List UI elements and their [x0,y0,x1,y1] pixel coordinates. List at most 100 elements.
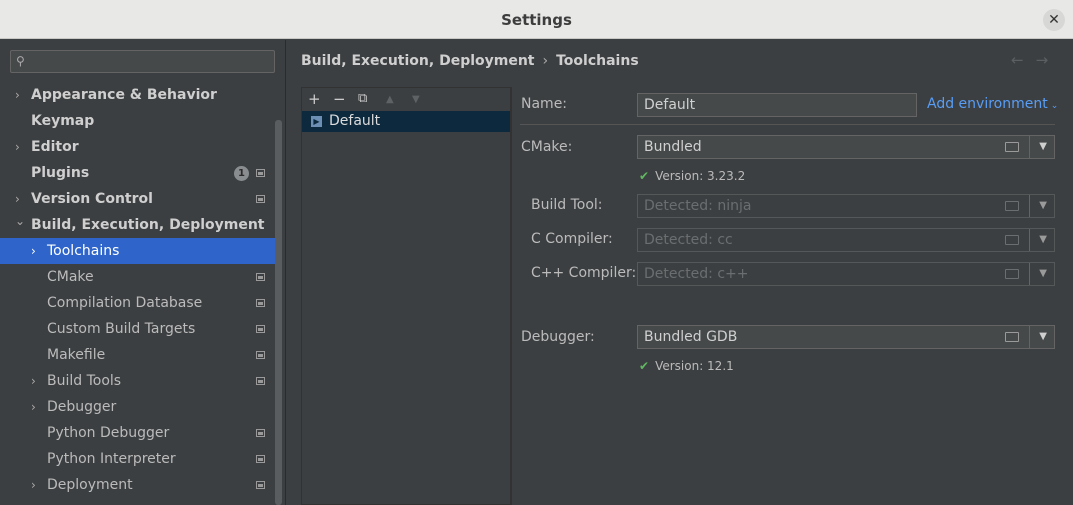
sidebar-item-editor[interactable]: › Editor [0,134,282,160]
sidebar-item-build-tools[interactable]: › Build Tools [0,368,282,394]
toolchain-list-item-default[interactable]: ▶ Default [302,111,510,132]
chevron-right-icon[interactable]: › [31,238,36,264]
forward-arrow-icon[interactable]: → [1036,51,1049,69]
settings-window: Settings ✕ ⚲ › Appearance & Behavior Keyma… [0,0,1073,505]
add-icon[interactable]: + [308,90,321,108]
sidebar-item-label: Compilation Database [47,295,203,311]
debugger-version: ✔ Version: 12.1 [639,359,734,373]
chevron-down-icon[interactable]: ▼ [1039,326,1047,348]
breadcrumb-parent[interactable]: Build, Execution, Deployment [301,53,535,69]
name-field[interactable]: Default [637,93,917,117]
sidebar-item-python-debugger[interactable]: Python Debugger [0,420,282,446]
sidebar-item-label: Appearance & Behavior [31,87,217,103]
dropdown-separator [1029,136,1030,158]
project-settings-icon [256,377,265,385]
sidebar-item-python-interpreter[interactable]: Python Interpreter [0,446,282,472]
chevron-down-icon[interactable]: ▼ [1039,195,1047,217]
debugger-combo[interactable]: Bundled GDB ▼ [637,325,1055,349]
chevron-down-icon[interactable]: ▼ [1039,136,1047,158]
sidebar-item-debugger[interactable]: › Debugger [0,394,282,420]
breadcrumb-separator: › [542,53,549,69]
dropdown-separator [1029,195,1030,217]
folder-icon[interactable] [1005,142,1019,152]
cpp-compiler-combo[interactable]: Detected: c++ ▼ [637,262,1055,286]
settings-sidebar: ⚲ › Appearance & Behavior Keymap › Editor Plu… [0,40,285,505]
dropdown-separator [1029,263,1030,285]
sidebar-item-label: Makefile [47,347,106,363]
folder-icon[interactable] [1005,269,1019,279]
navigation-arrows: ← → [1011,51,1060,69]
search-input[interactable]: ⚲ [10,50,275,73]
sidebar-item-label: Keymap [31,113,95,129]
sidebar-item-toolchains[interactable]: › Toolchains [0,238,282,264]
move-down-icon[interactable]: ▼ [412,94,420,105]
cmake-combo[interactable]: Bundled ▼ [637,135,1055,159]
chevron-right-icon[interactable]: › [31,472,36,498]
c-compiler-label: C Compiler: [531,231,613,247]
chevron-down-icon[interactable]: ⌄ [15,208,25,234]
cmake-value: Bundled [644,139,702,155]
sidebar-item-label: Plugins [31,165,90,181]
sidebar-item-appearance-behavior[interactable]: › Appearance & Behavior [0,82,282,108]
sidebar-item-plugins[interactable]: Plugins 1 [0,160,282,186]
sidebar-scrollbar[interactable] [275,120,282,505]
copy-icon[interactable]: ⧉ [358,91,367,106]
cmake-version-text: Version: 3.23.2 [655,169,746,183]
close-button[interactable]: ✕ [1043,9,1065,31]
c-compiler-value: Detected: cc [644,232,733,248]
build-tool-combo[interactable]: Detected: ninja ▼ [637,194,1055,218]
chevron-down-icon[interactable]: ▼ [1039,229,1047,251]
project-settings-icon [256,351,265,359]
folder-icon[interactable] [1005,332,1019,342]
sidebar-item-compilation-database[interactable]: Compilation Database [0,290,282,316]
breadcrumb-current: Toolchains [556,53,639,69]
project-settings-icon [256,455,265,463]
chevron-right-icon[interactable]: › [31,368,36,394]
build-tool-label: Build Tool: [531,197,603,213]
chevron-right-icon[interactable]: › [31,394,36,420]
sidebar-item-makefile[interactable]: Makefile [0,342,282,368]
sidebar-item-label: Toolchains [47,243,120,259]
debugger-label: Debugger: [521,329,595,345]
remove-icon[interactable]: − [333,90,346,108]
sidebar-item-cmake[interactable]: CMake [0,264,282,290]
back-arrow-icon[interactable]: ← [1011,51,1024,69]
window-title: Settings [501,11,572,29]
toolchain-list-panel: + − ⧉ ▲ ▼ ▶ Default [301,87,511,505]
project-settings-icon [256,195,265,203]
chevron-right-icon[interactable]: › [15,82,20,108]
folder-icon[interactable] [1005,201,1019,211]
project-settings-icon [256,325,265,333]
sidebar-item-custom-build-targets[interactable]: Custom Build Targets [0,316,282,342]
toolchain-item-label: Default [329,113,381,129]
add-environment-link[interactable]: Add environment ⌄ [927,96,1058,112]
cmake-version: ✔ Version: 3.23.2 [639,169,745,183]
chevron-right-icon[interactable]: › [15,134,20,160]
title-bar: Settings ✕ [0,0,1073,39]
c-compiler-combo[interactable]: Detected: cc ▼ [637,228,1055,252]
chevron-down-icon[interactable]: ▼ [1039,263,1047,285]
close-icon: ✕ [1048,12,1060,28]
sidebar-item-label: Editor [31,139,79,155]
sidebar-item-label: Build, Execution, Deployment [31,217,265,233]
check-icon: ✔ [639,169,650,183]
chevron-down-icon: ⌄ [1050,101,1059,111]
sidebar-item-keymap[interactable]: Keymap [0,108,282,134]
check-icon: ✔ [639,359,650,373]
toolchain-icon: ▶ [311,116,322,127]
sidebar-item-version-control[interactable]: › Version Control [0,186,282,212]
dropdown-separator [1029,229,1030,251]
project-settings-icon [256,169,265,177]
sidebar-item-label: Python Interpreter [47,451,176,467]
sidebar-item-label: CMake [47,269,94,285]
search-icon: ⚲ [16,54,25,68]
sidebar-item-label: Build Tools [47,373,122,389]
update-count-badge: 1 [234,166,249,181]
project-settings-icon [256,299,265,307]
sidebar-item-label: Version Control [31,191,153,207]
sidebar-item-build-execution-deployment[interactable]: ⌄ Build, Execution, Deployment [0,212,282,238]
folder-icon[interactable] [1005,235,1019,245]
sidebar-item-deployment[interactable]: › Deployment [0,472,282,498]
toolchain-form: Name: Default Add environment ⌄ CMake: Bu… [511,87,1073,505]
move-up-icon[interactable]: ▲ [386,94,394,105]
